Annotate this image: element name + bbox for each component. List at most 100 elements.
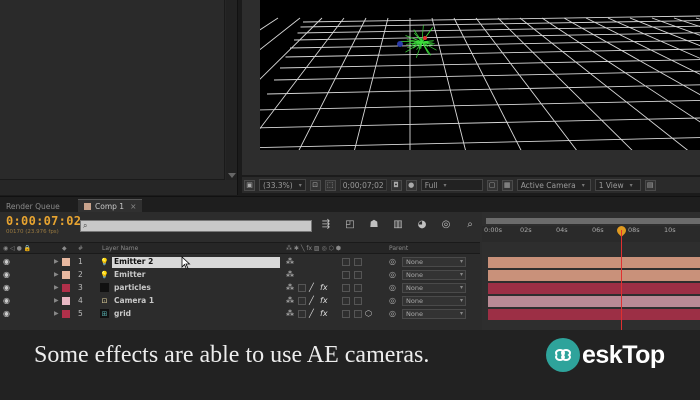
viewer-timecode[interactable]: 0;00;07;02 bbox=[340, 179, 387, 191]
fx-switch-icon[interactable]: fx bbox=[320, 296, 328, 305]
motion-blur-switch[interactable] bbox=[342, 284, 350, 292]
safe-zones-icon[interactable]: ⊡ bbox=[310, 180, 321, 191]
graph-editor-icon[interactable]: ◎ bbox=[438, 216, 454, 232]
layer-duration-bar[interactable] bbox=[488, 309, 700, 320]
parent-dropdown[interactable]: None bbox=[402, 270, 466, 280]
column-layer-name[interactable]: Layer Name bbox=[102, 245, 138, 252]
layer-switch-boxes[interactable] bbox=[14, 310, 52, 319]
camera-view-dropdown[interactable]: Active Camera bbox=[517, 179, 591, 191]
pick-whip-icon[interactable]: ◎ bbox=[389, 309, 396, 318]
layer-name[interactable]: Emitter 2 bbox=[112, 257, 280, 268]
zoom-dropdown[interactable]: (33.3%) bbox=[259, 179, 306, 191]
label-color-swatch[interactable] bbox=[62, 310, 70, 318]
snapshot-camera-icon[interactable]: ◘ bbox=[391, 180, 402, 191]
layer-switch-boxes[interactable] bbox=[14, 297, 52, 306]
fx-switch-icon[interactable]: fx bbox=[320, 309, 328, 318]
always-preview-icon[interactable]: ▣ bbox=[244, 180, 255, 191]
time-ruler[interactable]: 0:00s 02s 04s 06s 08s 10s bbox=[482, 226, 700, 242]
shy-switch-icon[interactable]: ⁂ bbox=[286, 283, 294, 292]
time-graph[interactable]: 0:00s 02s 04s 06s 08s 10s bbox=[482, 212, 700, 330]
shy-switch-icon[interactable]: ⁂ bbox=[286, 296, 294, 305]
shy-switch-icon[interactable]: ⁂ bbox=[286, 270, 294, 279]
layer-duration-bar[interactable] bbox=[488, 296, 700, 307]
parent-dropdown[interactable]: None bbox=[402, 257, 466, 267]
motion-blur-switch[interactable] bbox=[342, 310, 350, 318]
visibility-eye-icon[interactable]: ◉ bbox=[3, 283, 10, 292]
visibility-eye-icon[interactable]: ◉ bbox=[3, 270, 10, 279]
layer-duration-bar[interactable] bbox=[488, 270, 700, 281]
layer-name[interactable]: Camera 1 bbox=[112, 296, 280, 307]
motion-blur-switch[interactable] bbox=[342, 297, 350, 305]
parent-dropdown[interactable]: None bbox=[402, 309, 466, 319]
parent-dropdown[interactable]: None bbox=[402, 296, 466, 306]
project-panel-scrollbar[interactable] bbox=[226, 0, 237, 180]
expand-triangle-icon[interactable]: ▶ bbox=[54, 310, 59, 317]
scroll-down-arrow-icon[interactable] bbox=[228, 173, 236, 178]
brainstorm-icon[interactable]: ⌕ bbox=[462, 216, 478, 232]
layer-name[interactable]: particles bbox=[112, 283, 280, 294]
parent-dropdown[interactable]: None bbox=[402, 283, 466, 293]
transparency-grid-icon[interactable]: ▦ bbox=[502, 180, 513, 191]
label-color-swatch[interactable] bbox=[62, 258, 70, 266]
layer-name[interactable]: Emitter bbox=[112, 270, 280, 281]
shy-layers-icon[interactable]: ☗ bbox=[366, 216, 382, 232]
work-area-bar[interactable] bbox=[486, 218, 700, 224]
expand-triangle-icon[interactable]: ▶ bbox=[54, 258, 59, 265]
layer-row[interactable]: ◉ ▶ 5 ⊞ grid ⁂ ╱ fx ⬡ ◎ None bbox=[0, 308, 480, 321]
visibility-eye-icon[interactable]: ◉ bbox=[3, 309, 10, 318]
layer-row[interactable]: ◉ ▶ 4 ⊡ Camera 1 ⁂ ╱ fx ◎ None bbox=[0, 295, 480, 308]
pick-whip-icon[interactable]: ◎ bbox=[389, 296, 396, 305]
expand-triangle-icon[interactable]: ▶ bbox=[54, 297, 59, 304]
layer-row[interactable]: ◉ ▶ 1 💡 Emitter 2 ⁂ ◎ None bbox=[0, 256, 480, 269]
collapse-switch[interactable] bbox=[298, 310, 306, 318]
adjustment-switch[interactable] bbox=[354, 284, 362, 292]
adjustment-switch[interactable] bbox=[354, 258, 362, 266]
motion-blur-icon[interactable]: ◕ bbox=[414, 216, 430, 232]
fx-switch-icon[interactable]: fx bbox=[320, 283, 328, 292]
shy-switch-icon[interactable]: ⁂ bbox=[286, 257, 294, 266]
visibility-eye-icon[interactable]: ◉ bbox=[3, 257, 10, 266]
pick-whip-icon[interactable]: ◎ bbox=[389, 283, 396, 292]
roi-icon[interactable]: ▢ bbox=[487, 180, 498, 191]
region-icon[interactable]: ⬚ bbox=[325, 180, 336, 191]
adjustment-switch[interactable] bbox=[354, 310, 362, 318]
layer-switch-boxes[interactable] bbox=[14, 271, 52, 280]
draft-3d-icon[interactable]: ◰ bbox=[342, 216, 358, 232]
quality-switch-icon[interactable]: ╱ bbox=[309, 309, 314, 318]
quality-switch-icon[interactable]: ╱ bbox=[309, 296, 314, 305]
adjustment-switch[interactable] bbox=[354, 271, 362, 279]
label-color-swatch[interactable] bbox=[62, 271, 70, 279]
shy-switch-icon[interactable]: ⁂ bbox=[286, 309, 294, 318]
motion-blur-switch[interactable] bbox=[342, 258, 350, 266]
layer-duration-bar[interactable] bbox=[488, 283, 700, 294]
frame-blending-icon[interactable]: ▥ bbox=[390, 216, 406, 232]
motion-blur-switch[interactable] bbox=[342, 271, 350, 279]
adjustment-switch[interactable] bbox=[354, 297, 362, 305]
layer-row[interactable]: ◉ ▶ 3 particles ⁂ ╱ fx ◎ None bbox=[0, 282, 480, 295]
expand-triangle-icon[interactable]: ▶ bbox=[54, 284, 59, 291]
resolution-dropdown[interactable]: Full bbox=[421, 179, 483, 191]
current-time-display[interactable]: 0:00:07:02 bbox=[6, 214, 81, 228]
pick-whip-icon[interactable]: ◎ bbox=[389, 257, 396, 266]
layer-duration-bar[interactable] bbox=[488, 257, 700, 268]
close-icon[interactable]: × bbox=[130, 202, 136, 211]
pick-whip-icon[interactable]: ◎ bbox=[389, 270, 396, 279]
view-layout-dropdown[interactable]: 1 View bbox=[595, 179, 641, 191]
expand-triangle-icon[interactable]: ▶ bbox=[54, 271, 59, 278]
tab-comp-1[interactable]: Comp 1 × bbox=[78, 199, 142, 213]
layer-row[interactable]: ◉ ▶ 2 💡 Emitter ⁂ ◎ None bbox=[0, 269, 480, 282]
collapse-switch[interactable] bbox=[298, 297, 306, 305]
tab-render-queue[interactable]: Render Queue bbox=[0, 199, 66, 213]
composition-viewer[interactable] bbox=[260, 0, 700, 150]
particle-cluster[interactable] bbox=[397, 25, 437, 58]
3d-layer-icon[interactable]: ⬡ bbox=[365, 309, 372, 318]
show-channel-icon[interactable]: ● bbox=[406, 180, 417, 191]
toggle-pixel-icon[interactable]: ▤ bbox=[645, 180, 656, 191]
layer-name[interactable]: grid bbox=[112, 309, 280, 320]
playhead-line[interactable] bbox=[621, 230, 622, 330]
layer-switch-boxes[interactable] bbox=[14, 258, 52, 267]
layer-switch-boxes[interactable] bbox=[14, 284, 52, 293]
collapse-switch[interactable] bbox=[298, 284, 306, 292]
layer-search-input[interactable]: ⌕ bbox=[80, 220, 312, 232]
label-color-swatch[interactable] bbox=[62, 297, 70, 305]
